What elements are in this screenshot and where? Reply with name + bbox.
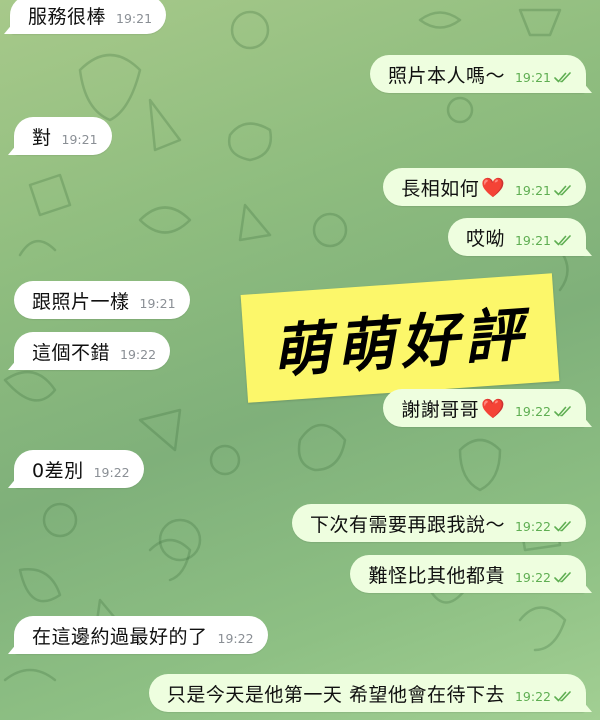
double-check-icon	[554, 234, 572, 246]
double-check-icon	[554, 71, 572, 83]
rating-sticker: 萌萌好評	[240, 273, 560, 403]
message-time: 19:22	[514, 518, 551, 534]
message-text: 在這邊約過最好的了	[32, 625, 208, 648]
message-time: 19:22	[514, 403, 551, 419]
message-incoming[interactable]: 對 19:21	[8, 117, 112, 155]
message-text: 長相如何	[401, 177, 480, 200]
heart-emoji: ❤️	[481, 397, 505, 420]
double-check-icon	[554, 571, 572, 583]
chat-window: 服務很棒 19:21 照片本人嗎～ 19:21 對 19:21 長相如何 ❤️ …	[0, 0, 600, 720]
sticker-text: 萌萌好評	[270, 300, 531, 386]
message-incoming[interactable]: 跟照片一樣 19:21	[14, 281, 190, 319]
message-outgoing[interactable]: 難怪比其他都貴 19:22	[350, 555, 592, 593]
message-outgoing[interactable]: 下次有需要再跟我說～ 19:22	[291, 504, 586, 542]
message-text: 跟照片一樣	[32, 290, 130, 313]
message-incoming[interactable]: 服務很棒 19:21	[3, 0, 167, 34]
message-text: 照片本人嗎～	[387, 64, 505, 87]
message-incoming[interactable]: 0差別 19:22	[8, 450, 144, 488]
message-outgoing[interactable]: 謝謝哥哥 ❤️ 19:22	[383, 389, 592, 427]
message-outgoing[interactable]: 只是今天是他第一天 希望他會在待下去 19:22	[148, 674, 593, 712]
message-text: 只是今天是他第一天 希望他會在待下去	[166, 683, 505, 706]
message-time: 19:21	[116, 10, 153, 26]
message-time: 19:22	[93, 464, 130, 480]
message-incoming[interactable]: 在這邊約過最好的了 19:22	[8, 616, 268, 654]
message-time: 19:21	[514, 69, 551, 85]
message-time: 19:21	[139, 295, 176, 311]
message-text: 這個不錯	[32, 341, 111, 364]
message-text: 下次有需要再跟我說～	[309, 513, 505, 536]
double-check-icon	[554, 520, 572, 532]
message-incoming[interactable]: 這個不錯 19:22	[7, 332, 171, 370]
message-time: 19:22	[514, 688, 551, 704]
double-check-icon	[554, 184, 572, 196]
message-outgoing[interactable]: 照片本人嗎～ 19:21	[369, 55, 593, 93]
heart-emoji: ❤️	[481, 176, 505, 199]
message-text: 0差別	[32, 459, 84, 482]
message-outgoing[interactable]: 哎呦 19:21	[447, 218, 593, 256]
message-time: 19:22	[514, 569, 551, 585]
message-time: 19:21	[61, 131, 98, 147]
message-text: 對	[32, 126, 52, 149]
message-text: 謝謝哥哥	[401, 398, 480, 421]
message-time: 19:21	[514, 232, 551, 248]
message-time: 19:21	[514, 182, 551, 198]
message-outgoing[interactable]: 長相如何 ❤️ 19:21	[383, 168, 586, 206]
message-text: 服務很棒	[28, 5, 107, 28]
message-time: 19:22	[217, 630, 254, 646]
message-text: 難怪比其他都貴	[368, 564, 505, 587]
message-time: 19:22	[120, 346, 157, 362]
message-text: 哎呦	[465, 227, 505, 250]
double-check-icon	[554, 690, 572, 702]
double-check-icon	[554, 405, 572, 417]
